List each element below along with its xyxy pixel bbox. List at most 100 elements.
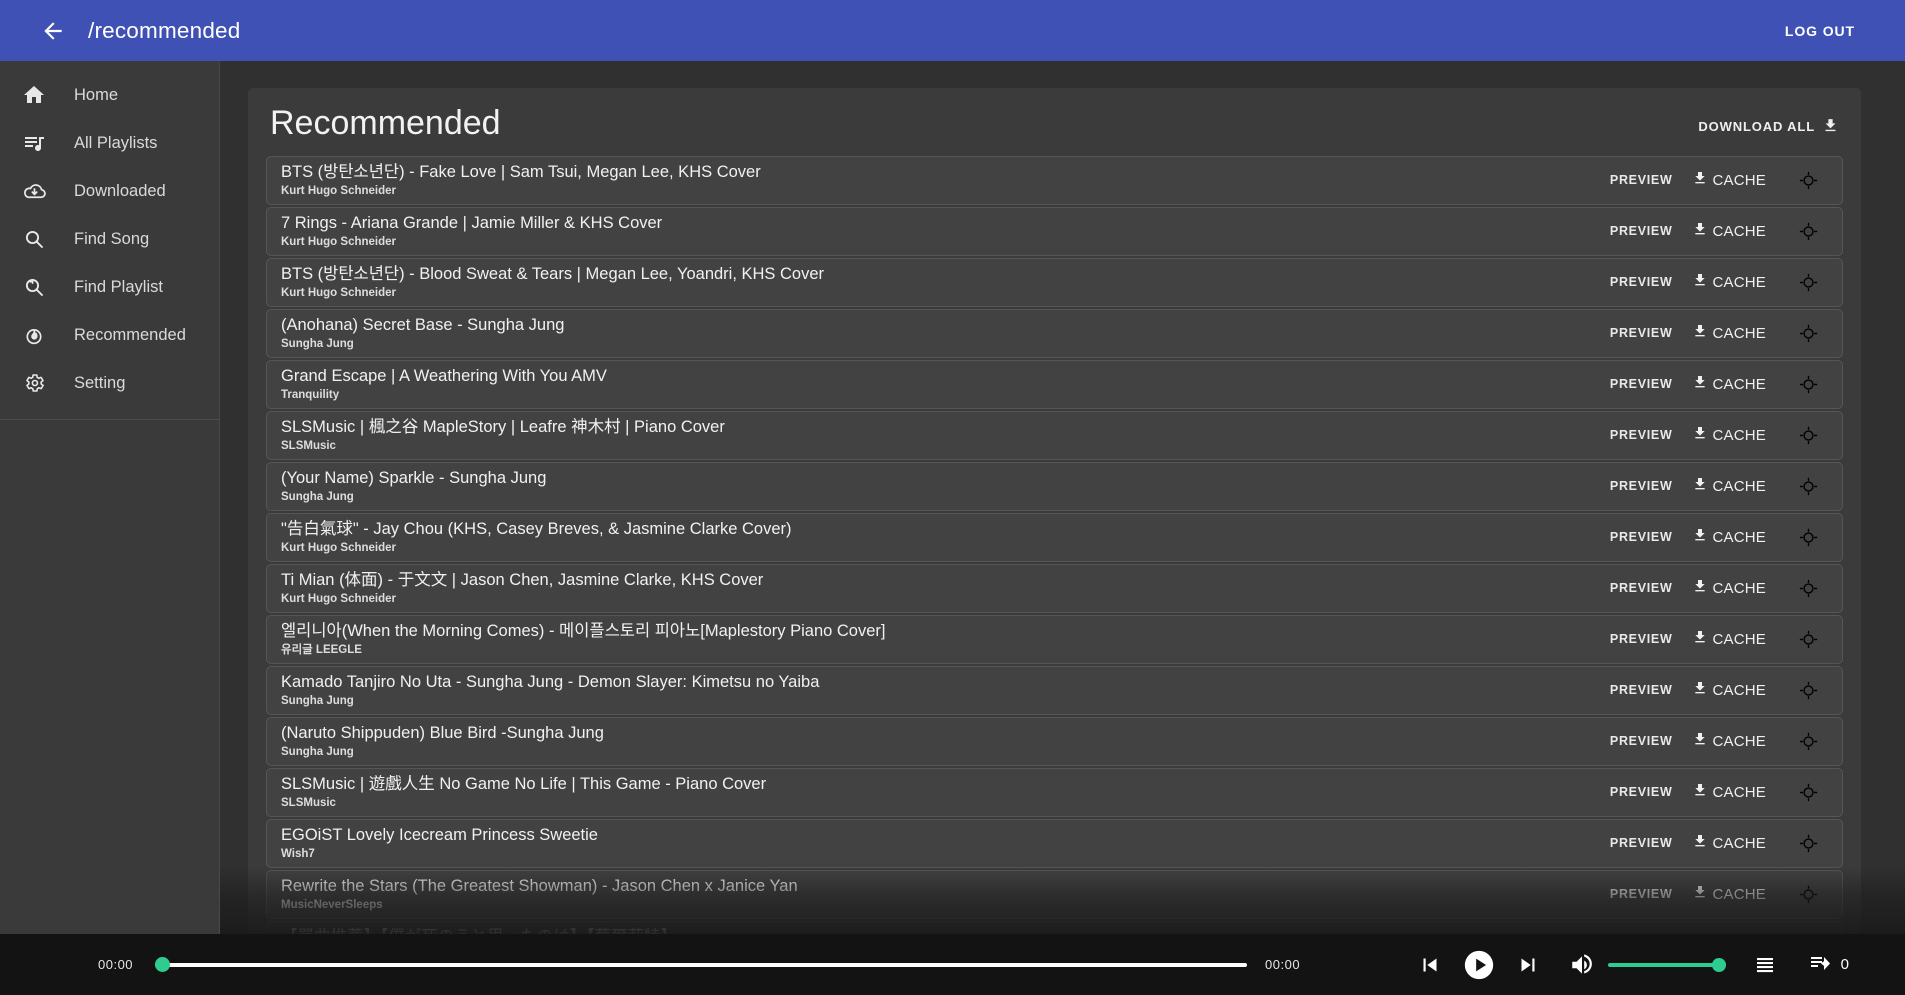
player-bar: 00:00 00:00 0	[0, 934, 1905, 995]
preview-button[interactable]: PREVIEW	[1598, 777, 1685, 807]
gps-not-fixed-icon[interactable]	[1786, 875, 1830, 913]
song-row[interactable]: (Anohana) Secret Base - Sungha Jung Sungh…	[266, 308, 1843, 359]
seek-track	[155, 962, 1248, 967]
sidebar-item-find-song[interactable]: Find Song	[0, 215, 219, 263]
preview-button[interactable]: PREVIEW	[1598, 573, 1685, 603]
song-artist: Sungha Jung	[281, 694, 354, 707]
row-actions: PREVIEW CACHE	[1598, 824, 1830, 862]
volume-up-icon[interactable]	[1562, 945, 1602, 985]
gps-not-fixed-icon[interactable]	[1786, 518, 1830, 556]
menu-icon[interactable]	[1748, 948, 1782, 982]
song-row[interactable]: Grand Escape | A Weathering With You AMV…	[266, 359, 1843, 410]
cache-button[interactable]: CACHE	[1684, 878, 1776, 910]
preview-button[interactable]: PREVIEW	[1598, 471, 1685, 501]
sidebar-item-setting[interactable]: Setting	[0, 359, 219, 407]
next-button[interactable]	[1508, 945, 1548, 985]
cache-button[interactable]: CACHE	[1684, 725, 1776, 757]
cache-button[interactable]: CACHE	[1684, 623, 1776, 655]
preview-button[interactable]: PREVIEW	[1598, 828, 1685, 858]
gps-not-fixed-icon[interactable]	[1786, 671, 1830, 709]
preview-button[interactable]: PREVIEW	[1598, 318, 1685, 348]
song-artist: Kurt Hugo Schneider	[281, 286, 397, 299]
logout-button[interactable]: LOG OUT	[1775, 15, 1865, 47]
cache-label: CACHE	[1712, 885, 1766, 903]
preview-button[interactable]: PREVIEW	[1598, 726, 1685, 756]
back-arrow-icon[interactable]	[36, 14, 70, 48]
cache-button[interactable]: CACHE	[1684, 419, 1776, 451]
top-app-bar: /recommended LOG OUT	[0, 0, 1905, 61]
song-row[interactable]: EGOiST Lovely Icecream Princess Sweetie W…	[266, 818, 1843, 869]
volume-slider[interactable]	[1607, 957, 1726, 973]
sidebar-item-all-playlists[interactable]: All Playlists	[0, 119, 219, 167]
volume-thumb[interactable]	[1711, 957, 1726, 972]
download-icon	[1692, 884, 1708, 904]
preview-button[interactable]: PREVIEW	[1598, 267, 1685, 297]
cache-label: CACHE	[1712, 273, 1766, 291]
cache-button[interactable]: CACHE	[1684, 215, 1776, 247]
page-title: Recommended	[270, 104, 501, 142]
gps-not-fixed-icon[interactable]	[1786, 314, 1830, 352]
queue-button[interactable]: 0	[1796, 945, 1865, 985]
gps-not-fixed-icon[interactable]	[1786, 620, 1830, 658]
song-row[interactable]: (Naruto Shippuden) Blue Bird -Sungha Jun…	[266, 716, 1843, 767]
gps-not-fixed-icon[interactable]	[1786, 722, 1830, 760]
song-title: 엘리니아(When the Morning Comes) - 메이플스토리 피아…	[281, 622, 886, 641]
song-row[interactable]: Rewrite the Stars (The Greatest Showman)…	[266, 869, 1843, 920]
cache-button[interactable]: CACHE	[1684, 317, 1776, 349]
app-root: /recommended LOG OUT Home All Playlists	[0, 0, 1905, 995]
sidebar-item-label: Recommended	[74, 325, 186, 344]
sidebar-item-recommended[interactable]: Recommended	[0, 311, 219, 359]
cache-button[interactable]: CACHE	[1684, 164, 1776, 196]
gps-not-fixed-icon[interactable]	[1786, 569, 1830, 607]
cache-button[interactable]: CACHE	[1684, 674, 1776, 706]
seek-thumb[interactable]	[155, 957, 171, 972]
gear-icon	[14, 371, 54, 395]
gps-not-fixed-icon[interactable]	[1786, 773, 1830, 811]
cache-button[interactable]: CACHE	[1684, 776, 1776, 808]
song-title: (Anohana) Secret Base - Sungha Jung	[281, 316, 565, 335]
sidebar-item-label: Find Song	[74, 229, 150, 248]
download-icon	[1692, 221, 1708, 241]
song-row[interactable]: SLSMusic | 遊戲人生 No Game No Life | This G…	[266, 767, 1843, 818]
song-row[interactable]: (Your Name) Sparkle - Sungha Jung Sungha …	[266, 461, 1843, 512]
gps-not-fixed-icon[interactable]	[1786, 263, 1830, 301]
preview-button[interactable]: PREVIEW	[1598, 624, 1685, 654]
previous-button[interactable]	[1410, 945, 1450, 985]
song-row[interactable]: Kamado Tanjiro No Uta - Sungha Jung - De…	[266, 665, 1843, 716]
queue-play-next-icon	[1808, 951, 1832, 979]
gps-not-fixed-icon[interactable]	[1786, 824, 1830, 862]
sidebar-item-downloaded[interactable]: Downloaded	[0, 167, 219, 215]
song-row[interactable]: BTS (방탄소년단) - Fake Love | Sam Tsui, Mega…	[266, 155, 1843, 206]
cache-button[interactable]: CACHE	[1684, 470, 1776, 502]
cache-button[interactable]: CACHE	[1684, 368, 1776, 400]
play-button[interactable]	[1456, 942, 1502, 988]
song-row[interactable]: SLSMusic | 楓之谷 MapleStory | Leafre 神木村 |…	[266, 410, 1843, 461]
cache-label: CACHE	[1712, 681, 1766, 699]
preview-button[interactable]: PREVIEW	[1598, 675, 1685, 705]
song-title: Grand Escape | A Weathering With You AMV	[281, 367, 607, 386]
song-row[interactable]: Ti Mian (体面) - 于文文 | Jason Chen, Jasmine…	[266, 563, 1843, 614]
download-all-button[interactable]: DOWNLOAD ALL	[1698, 117, 1839, 142]
preview-button[interactable]: PREVIEW	[1598, 165, 1685, 195]
gps-not-fixed-icon[interactable]	[1786, 161, 1830, 199]
preview-button[interactable]: PREVIEW	[1598, 522, 1685, 552]
preview-button[interactable]: PREVIEW	[1598, 420, 1685, 450]
song-row[interactable]: BTS (방탄소년단) - Blood Sweat & Tears | Mega…	[266, 257, 1843, 308]
preview-button[interactable]: PREVIEW	[1598, 369, 1685, 399]
gps-not-fixed-icon[interactable]	[1786, 212, 1830, 250]
gps-not-fixed-icon[interactable]	[1786, 365, 1830, 403]
sidebar-item-home[interactable]: Home	[0, 71, 219, 119]
cache-button[interactable]: CACHE	[1684, 827, 1776, 859]
seek-slider[interactable]	[155, 957, 1248, 973]
cache-button[interactable]: CACHE	[1684, 266, 1776, 298]
cache-button[interactable]: CACHE	[1684, 572, 1776, 604]
gps-not-fixed-icon[interactable]	[1786, 416, 1830, 454]
gps-not-fixed-icon[interactable]	[1786, 467, 1830, 505]
preview-button[interactable]: PREVIEW	[1598, 879, 1685, 909]
cache-button[interactable]: CACHE	[1684, 521, 1776, 553]
song-row[interactable]: "告白氣球" - Jay Chou (KHS, Casey Breves, & …	[266, 512, 1843, 563]
sidebar-item-find-playlist[interactable]: Find Playlist	[0, 263, 219, 311]
song-row[interactable]: 7 Rings - Ariana Grande | Jamie Miller &…	[266, 206, 1843, 257]
preview-button[interactable]: PREVIEW	[1598, 216, 1685, 246]
song-row[interactable]: 엘리니아(When the Morning Comes) - 메이플스토리 피아…	[266, 614, 1843, 665]
